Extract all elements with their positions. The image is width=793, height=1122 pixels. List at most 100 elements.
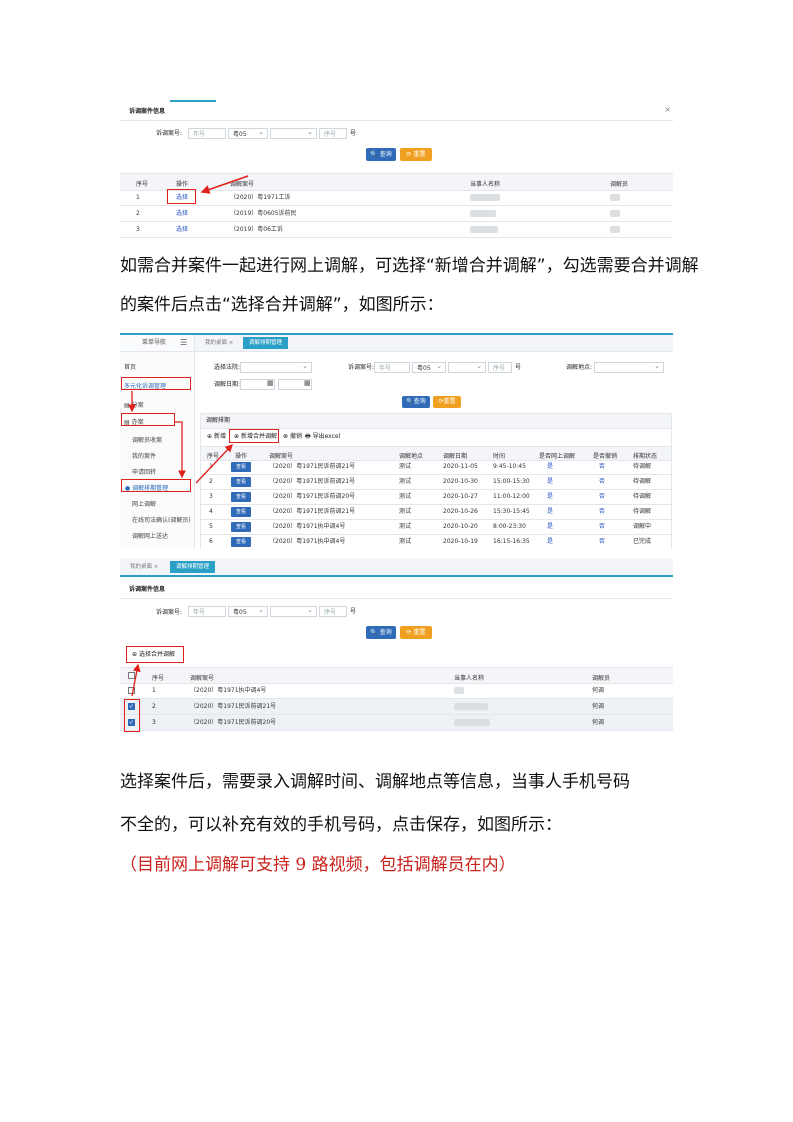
row-no: 1 (136, 194, 140, 201)
cell-cancel[interactable]: 否 (599, 490, 605, 504)
year-input[interactable]: 年号 (188, 606, 226, 617)
seq-input[interactable]: 序号 (488, 362, 512, 373)
search-label: 查询 (379, 629, 392, 636)
type-select[interactable] (270, 605, 317, 617)
cancel-button[interactable]: ⊗ 撤销 (283, 434, 302, 440)
cell-place: 测试 (399, 463, 412, 470)
th-date: 调解日期 (443, 453, 468, 460)
reset-button[interactable]: ⟳ 重置 (400, 626, 432, 639)
search-button[interactable]: 🔍 查询 (366, 626, 396, 639)
cell-online[interactable]: 是 (547, 490, 553, 504)
table-row: 2 （2020）粤1971民诉前调21号 何调 (120, 699, 673, 715)
cell-case: （2020）粤1971民诉前调21号 (269, 478, 356, 485)
screenshot-schedule: 菜单导航 ☰ 首页 多元化诉调管理 ▤ 分案 ▤ 办案 调解员收案 我的案件 申… (120, 333, 673, 549)
blurred-party (454, 687, 464, 694)
annotation-arrows (128, 391, 233, 484)
th-status: 排期状态 (633, 453, 658, 460)
cell-status: 待调解 (633, 478, 652, 485)
seq-input[interactable]: 序号 (319, 606, 347, 617)
tab-bar: 我的桌面 × 调解排期管理 (120, 558, 673, 577)
cell-cancel[interactable]: 否 (599, 505, 605, 519)
cell-cancel[interactable]: 否 (599, 520, 605, 534)
query-label: 诉调案号: (156, 130, 183, 137)
cell-place: 测试 (399, 508, 412, 515)
cell-online[interactable]: 是 (547, 520, 553, 534)
row-case: （2020）粤1971民诉前调20号 (190, 719, 277, 726)
cell-online[interactable]: 是 (547, 475, 553, 489)
place-label: 调解地点: (566, 364, 593, 371)
year-input[interactable]: 年号 (188, 128, 226, 139)
table-row: 2 选择 （2019）粤0605诉前民 (120, 206, 673, 222)
cell-date: 2020-10-19 (443, 538, 478, 545)
blurred-mediator (610, 226, 620, 233)
tab-schedule[interactable]: 调解排期管理 (170, 561, 216, 573)
divider (120, 598, 673, 599)
cell-status: 已完成 (633, 538, 652, 545)
cell-place: 测试 (399, 523, 412, 530)
search-button[interactable]: 🔍查询 (402, 396, 430, 408)
cell-online[interactable]: 是 (547, 535, 553, 549)
search-button[interactable]: 🔍 查询 (366, 148, 396, 161)
row-no: 3 (136, 226, 140, 233)
court-select[interactable]: 粤05 (228, 127, 268, 139)
cell-date: 2020-11-05 (443, 463, 478, 470)
reset-button[interactable]: ⟳重置 (433, 396, 461, 408)
blurred-party (470, 226, 498, 233)
court-code-select[interactable]: 粤05 (412, 361, 446, 373)
cell-case: （2020）粤1971民诉前调20号 (269, 493, 356, 500)
row-mediator: 何调 (592, 687, 605, 694)
calendar-icon[interactable]: ▦ (304, 379, 311, 387)
paragraph-line: 选择案件后，需要录入调解时间、调解地点等信息，当事人手机号码 (120, 772, 630, 792)
case-label: 诉调案号: (348, 364, 375, 371)
th-no: 序号 (136, 181, 149, 188)
export-button[interactable]: 🖶 导出excel (305, 434, 340, 440)
row-case: （2019）粤06工诉 (230, 226, 283, 233)
cell-time: 15:30-15:45 (493, 508, 530, 515)
highlight-box (124, 699, 140, 732)
cell-cancel[interactable]: 否 (599, 460, 605, 474)
cell-time: 15:00-15:30 (493, 478, 530, 485)
select-link[interactable]: 选择 (176, 222, 188, 237)
cell-status: 调解中 (633, 523, 652, 530)
table-row: 3 选择 （2019）粤06工诉 (120, 222, 673, 238)
reset-label: 重置 (413, 151, 426, 158)
screenshot-merge-select: 我的桌面 × 调解排期管理 诉调案件信息 诉调案号: 年号 粤05 序号 号 🔍… (120, 558, 673, 736)
row-case: （2020）粤1971执中调4号 (190, 687, 267, 694)
cancel-label: 撤销 (289, 433, 302, 440)
note-line: （目前网上调解可支持 9 路视频，包括调解员在内） (120, 855, 516, 875)
cell-case: （2020）粤1971民诉前调21号 (269, 463, 356, 470)
year-input[interactable]: 年号 (374, 362, 410, 373)
select-link[interactable]: 选择 (176, 206, 188, 221)
blurred-party (470, 210, 496, 217)
reset-button[interactable]: ⟳ 重置 (400, 148, 432, 161)
blurred-party (454, 719, 490, 726)
cell-online[interactable]: 是 (547, 505, 553, 519)
court-select[interactable]: 粤05 (228, 605, 268, 617)
row-mediator: 何调 (592, 703, 605, 710)
type-select[interactable] (270, 127, 317, 139)
th-mediator: 调解员 (610, 181, 629, 188)
cell-online[interactable]: 是 (547, 460, 553, 474)
close-icon[interactable]: × (664, 105, 671, 114)
row-no: 2 (152, 703, 156, 710)
blurred-party (454, 703, 488, 710)
th-time: 时间 (493, 453, 506, 460)
cell-time: 11:00-12:00 (493, 493, 530, 500)
seq-input[interactable]: 序号 (319, 128, 347, 139)
cell-status: 待调解 (633, 463, 652, 470)
cell-place: 测试 (399, 478, 412, 485)
th-place: 调解地点 (399, 453, 424, 460)
cell-date: 2020-10-20 (443, 523, 478, 530)
row-case: （2020）粤1971民诉前调21号 (190, 703, 277, 710)
type-select[interactable] (448, 361, 486, 373)
paragraph-line: 如需合并案件一起进行网上调解，可选择“新增合并调解”，勾选需要合并调解 (120, 256, 699, 276)
cell-date: 2020-10-30 (443, 478, 478, 485)
cell-cancel[interactable]: 否 (599, 535, 605, 549)
blurred-party (470, 194, 500, 201)
cell-cancel[interactable]: 否 (599, 475, 605, 489)
place-select[interactable] (594, 361, 664, 373)
blurred-mediator (610, 210, 620, 217)
row-case: （2019）粤0605诉前民 (230, 210, 297, 217)
cell-date: 2020-10-27 (443, 493, 478, 500)
th-online: 是否网上调解 (539, 453, 576, 460)
